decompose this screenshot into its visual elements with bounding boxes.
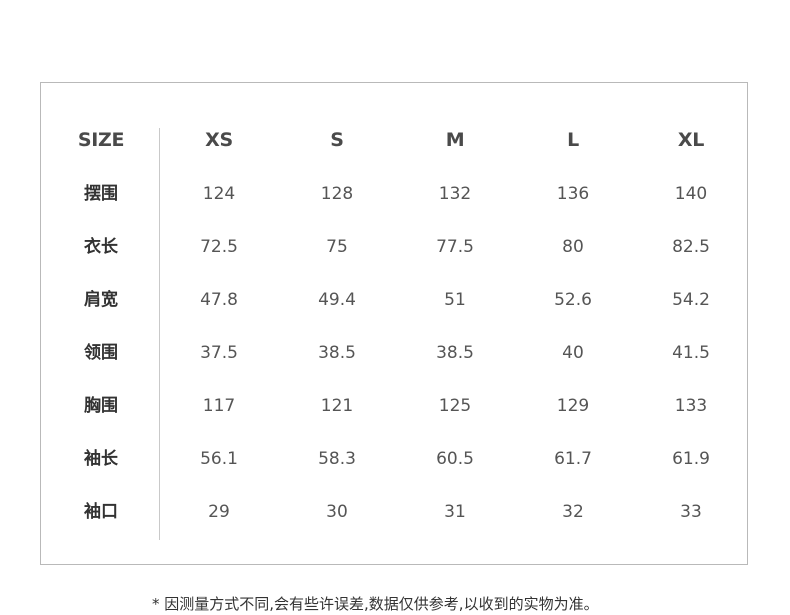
table-cell: 38.5 bbox=[436, 343, 474, 363]
size-chart-table: SIZE XS S M L XL 摆围 124 128 132 136 140 衣长 72.5 75 77.5… bbox=[40, 82, 748, 565]
column-divider bbox=[159, 128, 160, 540]
column-header-s: S bbox=[330, 129, 344, 151]
table-cell: 51 bbox=[444, 290, 466, 310]
table-cell: 56.1 bbox=[200, 449, 238, 469]
column-header-m: M bbox=[445, 129, 465, 151]
table-cell: 61.9 bbox=[672, 449, 710, 469]
measurement-footnote: * 因测量方式不同,会有些许误差,数据仅供参考,以收到的实物为准。 bbox=[152, 595, 599, 613]
row-label: 袖口 bbox=[84, 502, 118, 522]
table-cell: 30 bbox=[326, 502, 348, 522]
table-cell: 117 bbox=[202, 396, 236, 416]
table-cell: 31 bbox=[444, 502, 466, 522]
row-label: 袖长 bbox=[84, 449, 118, 469]
row-label: 胸围 bbox=[84, 396, 118, 416]
table-cell: 33 bbox=[680, 502, 702, 522]
table-cell: 32 bbox=[562, 502, 584, 522]
table-cell: 75 bbox=[326, 237, 348, 257]
table-cell: 58.3 bbox=[318, 449, 356, 469]
table-cell: 40 bbox=[562, 343, 584, 363]
table-cell: 37.5 bbox=[200, 343, 238, 363]
row-label: 领围 bbox=[84, 343, 118, 363]
table-cell: 133 bbox=[674, 396, 708, 416]
table-cell: 54.2 bbox=[672, 290, 710, 310]
table-cell: 82.5 bbox=[672, 237, 710, 257]
size-header: SIZE bbox=[77, 129, 125, 151]
row-label: 摆围 bbox=[84, 184, 118, 204]
table-cell: 129 bbox=[556, 396, 590, 416]
table-cell: 124 bbox=[202, 184, 236, 204]
row-label: 衣长 bbox=[84, 237, 118, 257]
table-cell: 140 bbox=[674, 184, 708, 204]
table-cell: 29 bbox=[208, 502, 230, 522]
table-cell: 47.8 bbox=[200, 290, 238, 310]
table-cell: 80 bbox=[562, 237, 584, 257]
table-cell: 121 bbox=[320, 396, 354, 416]
table-cell: 41.5 bbox=[672, 343, 710, 363]
table-cell: 77.5 bbox=[436, 237, 474, 257]
column-header-l: L bbox=[567, 129, 579, 151]
table-cell: 128 bbox=[320, 184, 354, 204]
column-header-xl: XL bbox=[677, 129, 705, 151]
table-cell: 136 bbox=[556, 184, 590, 204]
table-cell: 49.4 bbox=[318, 290, 356, 310]
table-cell: 52.6 bbox=[554, 290, 592, 310]
table-cell: 72.5 bbox=[200, 237, 238, 257]
table-cell: 38.5 bbox=[318, 343, 356, 363]
table-cell: 132 bbox=[438, 184, 472, 204]
table-cell: 125 bbox=[438, 396, 472, 416]
column-header-xs: XS bbox=[205, 129, 233, 151]
table-cell: 61.7 bbox=[554, 449, 592, 469]
table-cell: 60.5 bbox=[436, 449, 474, 469]
row-label: 肩宽 bbox=[84, 290, 118, 310]
